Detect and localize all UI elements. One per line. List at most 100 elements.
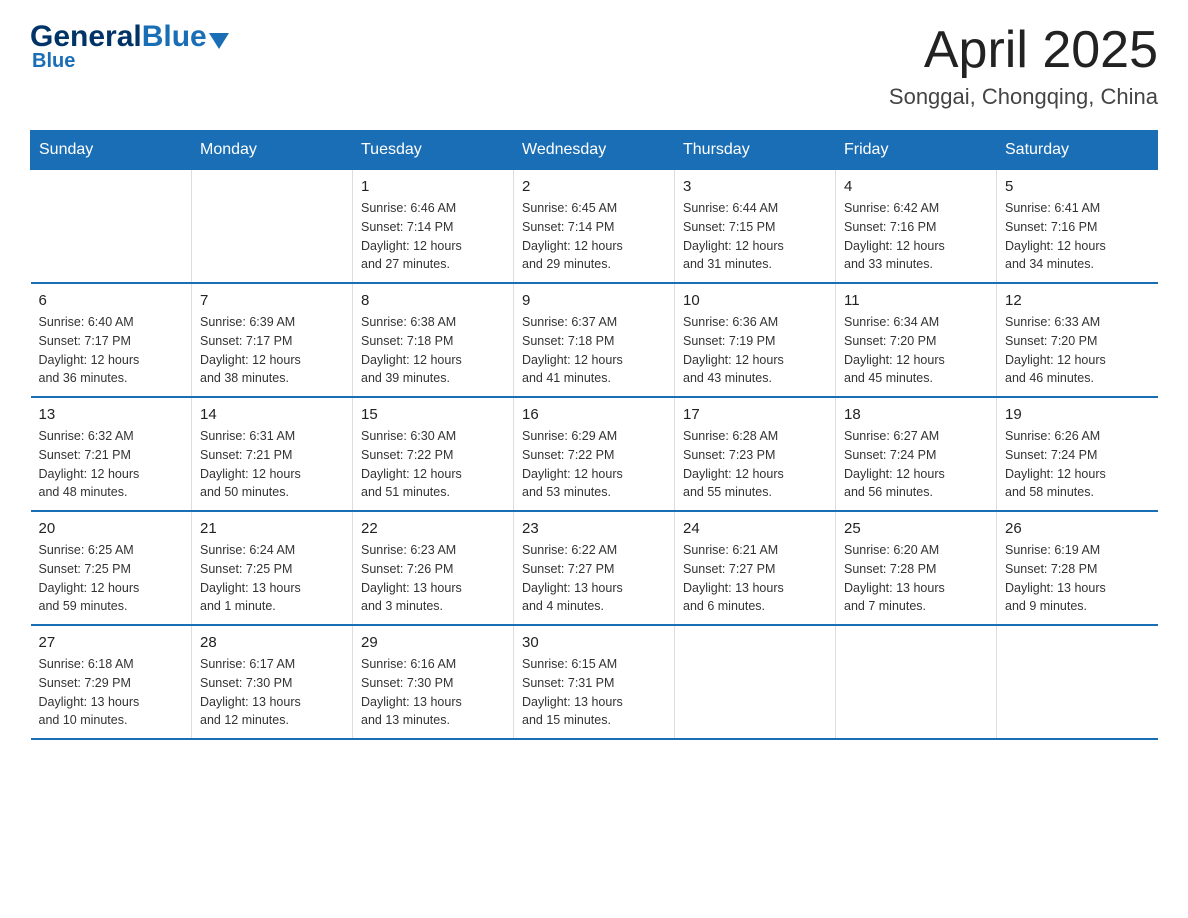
calendar-cell: 11 Sunrise: 6:34 AM Sunset: 7:20 PM Dayli… bbox=[836, 283, 997, 397]
title-block: April 2025 Songgai, Chongqing, China bbox=[889, 20, 1158, 110]
logo-arrow-icon bbox=[209, 33, 229, 49]
weekday-header-row: SundayMondayTuesdayWednesdayThursdayFrid… bbox=[31, 131, 1158, 170]
calendar-week-row: 6Sunrise: 6:40 AM Sunset: 7:17 PM Daylig… bbox=[31, 283, 1158, 397]
day-number: 14 bbox=[200, 406, 344, 423]
day-number: 18 bbox=[844, 406, 988, 423]
weekday-header-tuesday: Tuesday bbox=[353, 131, 514, 170]
day-number: 23 bbox=[522, 520, 666, 537]
calendar-cell: 17 Sunrise: 6:28 AM Sunset: 7:23 PM Dayli… bbox=[675, 397, 836, 511]
day-info: Sunrise: 6:34 AM Sunset: 7:20 PM Dayligh… bbox=[844, 313, 988, 388]
logo-blue-part: Blue bbox=[142, 20, 207, 54]
day-number: 9 bbox=[522, 292, 666, 309]
day-info: Sunrise: 6:16 AM Sunset: 7:30 PM Dayligh… bbox=[361, 655, 505, 730]
day-number: 2 bbox=[522, 178, 666, 195]
day-info: Sunrise: 6:37 AM Sunset: 7:18 PM Dayligh… bbox=[522, 313, 666, 388]
day-number: 17 bbox=[683, 406, 827, 423]
logo-subtext: Blue bbox=[32, 50, 75, 73]
day-number: 8 bbox=[361, 292, 505, 309]
calendar-week-row: 1 Sunrise: 6:46 AM Sunset: 7:14 PM Daylig… bbox=[31, 170, 1158, 284]
calendar-cell bbox=[997, 625, 1158, 739]
day-info: Sunrise: 6:41 AM Sunset: 7:16 PM Dayligh… bbox=[1005, 199, 1150, 274]
calendar-cell bbox=[192, 170, 353, 284]
day-number: 4 bbox=[844, 178, 988, 195]
day-info: Sunrise: 6:42 AM Sunset: 7:16 PM Dayligh… bbox=[844, 199, 988, 274]
day-info: Sunrise: 6:31 AM Sunset: 7:21 PM Dayligh… bbox=[200, 427, 344, 502]
day-info: Sunrise: 6:18 AM Sunset: 7:29 PM Dayligh… bbox=[39, 655, 184, 730]
day-number: 26 bbox=[1005, 520, 1150, 537]
day-info: Sunrise: 6:46 AM Sunset: 7:14 PM Dayligh… bbox=[361, 199, 505, 274]
calendar-cell: 14 Sunrise: 6:31 AM Sunset: 7:21 PM Dayli… bbox=[192, 397, 353, 511]
day-number: 20 bbox=[39, 520, 184, 537]
day-info: Sunrise: 6:25 AM Sunset: 7:25 PM Dayligh… bbox=[39, 541, 184, 616]
weekday-header-thursday: Thursday bbox=[675, 131, 836, 170]
calendar-cell bbox=[675, 625, 836, 739]
day-number: 7 bbox=[200, 292, 344, 309]
day-info: Sunrise: 6:26 AM Sunset: 7:24 PM Dayligh… bbox=[1005, 427, 1150, 502]
day-info: Sunrise: 6:45 AM Sunset: 7:14 PM Dayligh… bbox=[522, 199, 666, 274]
calendar-cell: 16 Sunrise: 6:29 AM Sunset: 7:22 PM Dayli… bbox=[514, 397, 675, 511]
weekday-header-friday: Friday bbox=[836, 131, 997, 170]
weekday-header-wednesday: Wednesday bbox=[514, 131, 675, 170]
calendar-cell: 15 Sunrise: 6:30 AM Sunset: 7:22 PM Dayli… bbox=[353, 397, 514, 511]
day-number: 22 bbox=[361, 520, 505, 537]
day-info: Sunrise: 6:21 AM Sunset: 7:27 PM Dayligh… bbox=[683, 541, 827, 616]
calendar-cell: 28 Sunrise: 6:17 AM Sunset: 7:30 PM Dayli… bbox=[192, 625, 353, 739]
day-info: Sunrise: 6:23 AM Sunset: 7:26 PM Dayligh… bbox=[361, 541, 505, 616]
logo: General Blue Blue bbox=[30, 20, 229, 73]
calendar-cell: 18Sunrise: 6:27 AM Sunset: 7:24 PM Dayli… bbox=[836, 397, 997, 511]
calendar-header: SundayMondayTuesdayWednesdayThursdayFrid… bbox=[31, 131, 1158, 170]
calendar-cell bbox=[836, 625, 997, 739]
calendar-cell: 5 Sunrise: 6:41 AM Sunset: 7:16 PM Daylig… bbox=[997, 170, 1158, 284]
calendar-cell: 21 Sunrise: 6:24 AM Sunset: 7:25 PM Dayli… bbox=[192, 511, 353, 625]
calendar-week-row: 13Sunrise: 6:32 AM Sunset: 7:21 PM Dayli… bbox=[31, 397, 1158, 511]
day-info: Sunrise: 6:15 AM Sunset: 7:31 PM Dayligh… bbox=[522, 655, 666, 730]
day-number: 13 bbox=[39, 406, 184, 423]
calendar-cell: 23 Sunrise: 6:22 AM Sunset: 7:27 PM Dayli… bbox=[514, 511, 675, 625]
day-info: Sunrise: 6:33 AM Sunset: 7:20 PM Dayligh… bbox=[1005, 313, 1150, 388]
calendar-cell: 3Sunrise: 6:44 AM Sunset: 7:15 PM Daylig… bbox=[675, 170, 836, 284]
day-number: 5 bbox=[1005, 178, 1150, 195]
day-number: 12 bbox=[1005, 292, 1150, 309]
calendar-cell: 9 Sunrise: 6:37 AM Sunset: 7:18 PM Daylig… bbox=[514, 283, 675, 397]
calendar-week-row: 27 Sunrise: 6:18 AM Sunset: 7:29 PM Dayli… bbox=[31, 625, 1158, 739]
day-info: Sunrise: 6:28 AM Sunset: 7:23 PM Dayligh… bbox=[683, 427, 827, 502]
calendar-cell: 4 Sunrise: 6:42 AM Sunset: 7:16 PM Daylig… bbox=[836, 170, 997, 284]
calendar-cell: 19 Sunrise: 6:26 AM Sunset: 7:24 PM Dayli… bbox=[997, 397, 1158, 511]
day-number: 19 bbox=[1005, 406, 1150, 423]
calendar-body: 1 Sunrise: 6:46 AM Sunset: 7:14 PM Daylig… bbox=[31, 170, 1158, 740]
calendar-cell: 7 Sunrise: 6:39 AM Sunset: 7:17 PM Daylig… bbox=[192, 283, 353, 397]
calendar-week-row: 20 Sunrise: 6:25 AM Sunset: 7:25 PM Dayli… bbox=[31, 511, 1158, 625]
calendar-cell: 26Sunrise: 6:19 AM Sunset: 7:28 PM Dayli… bbox=[997, 511, 1158, 625]
calendar-title: April 2025 bbox=[889, 20, 1158, 80]
day-number: 11 bbox=[844, 292, 988, 309]
calendar-cell: 27 Sunrise: 6:18 AM Sunset: 7:29 PM Dayli… bbox=[31, 625, 192, 739]
calendar-cell: 22 Sunrise: 6:23 AM Sunset: 7:26 PM Dayli… bbox=[353, 511, 514, 625]
day-number: 27 bbox=[39, 634, 184, 651]
day-number: 21 bbox=[200, 520, 344, 537]
calendar-cell: 13Sunrise: 6:32 AM Sunset: 7:21 PM Dayli… bbox=[31, 397, 192, 511]
day-info: Sunrise: 6:30 AM Sunset: 7:22 PM Dayligh… bbox=[361, 427, 505, 502]
day-number: 16 bbox=[522, 406, 666, 423]
calendar-cell: 2 Sunrise: 6:45 AM Sunset: 7:14 PM Daylig… bbox=[514, 170, 675, 284]
weekday-header-monday: Monday bbox=[192, 131, 353, 170]
calendar-cell: 29Sunrise: 6:16 AM Sunset: 7:30 PM Dayli… bbox=[353, 625, 514, 739]
logo-text: General Blue bbox=[30, 20, 229, 54]
day-info: Sunrise: 6:17 AM Sunset: 7:30 PM Dayligh… bbox=[200, 655, 344, 730]
day-number: 25 bbox=[844, 520, 988, 537]
day-info: Sunrise: 6:22 AM Sunset: 7:27 PM Dayligh… bbox=[522, 541, 666, 616]
calendar-cell: 10Sunrise: 6:36 AM Sunset: 7:19 PM Dayli… bbox=[675, 283, 836, 397]
day-number: 30 bbox=[522, 634, 666, 651]
day-number: 10 bbox=[683, 292, 827, 309]
day-info: Sunrise: 6:39 AM Sunset: 7:17 PM Dayligh… bbox=[200, 313, 344, 388]
calendar-cell: 25Sunrise: 6:20 AM Sunset: 7:28 PM Dayli… bbox=[836, 511, 997, 625]
day-number: 24 bbox=[683, 520, 827, 537]
day-number: 6 bbox=[39, 292, 184, 309]
day-number: 15 bbox=[361, 406, 505, 423]
day-info: Sunrise: 6:24 AM Sunset: 7:25 PM Dayligh… bbox=[200, 541, 344, 616]
calendar-subtitle: Songgai, Chongqing, China bbox=[889, 84, 1158, 110]
day-info: Sunrise: 6:29 AM Sunset: 7:22 PM Dayligh… bbox=[522, 427, 666, 502]
day-number: 28 bbox=[200, 634, 344, 651]
calendar-cell: 20 Sunrise: 6:25 AM Sunset: 7:25 PM Dayli… bbox=[31, 511, 192, 625]
day-number: 1 bbox=[361, 178, 505, 195]
calendar-table: SundayMondayTuesdayWednesdayThursdayFrid… bbox=[30, 130, 1158, 740]
